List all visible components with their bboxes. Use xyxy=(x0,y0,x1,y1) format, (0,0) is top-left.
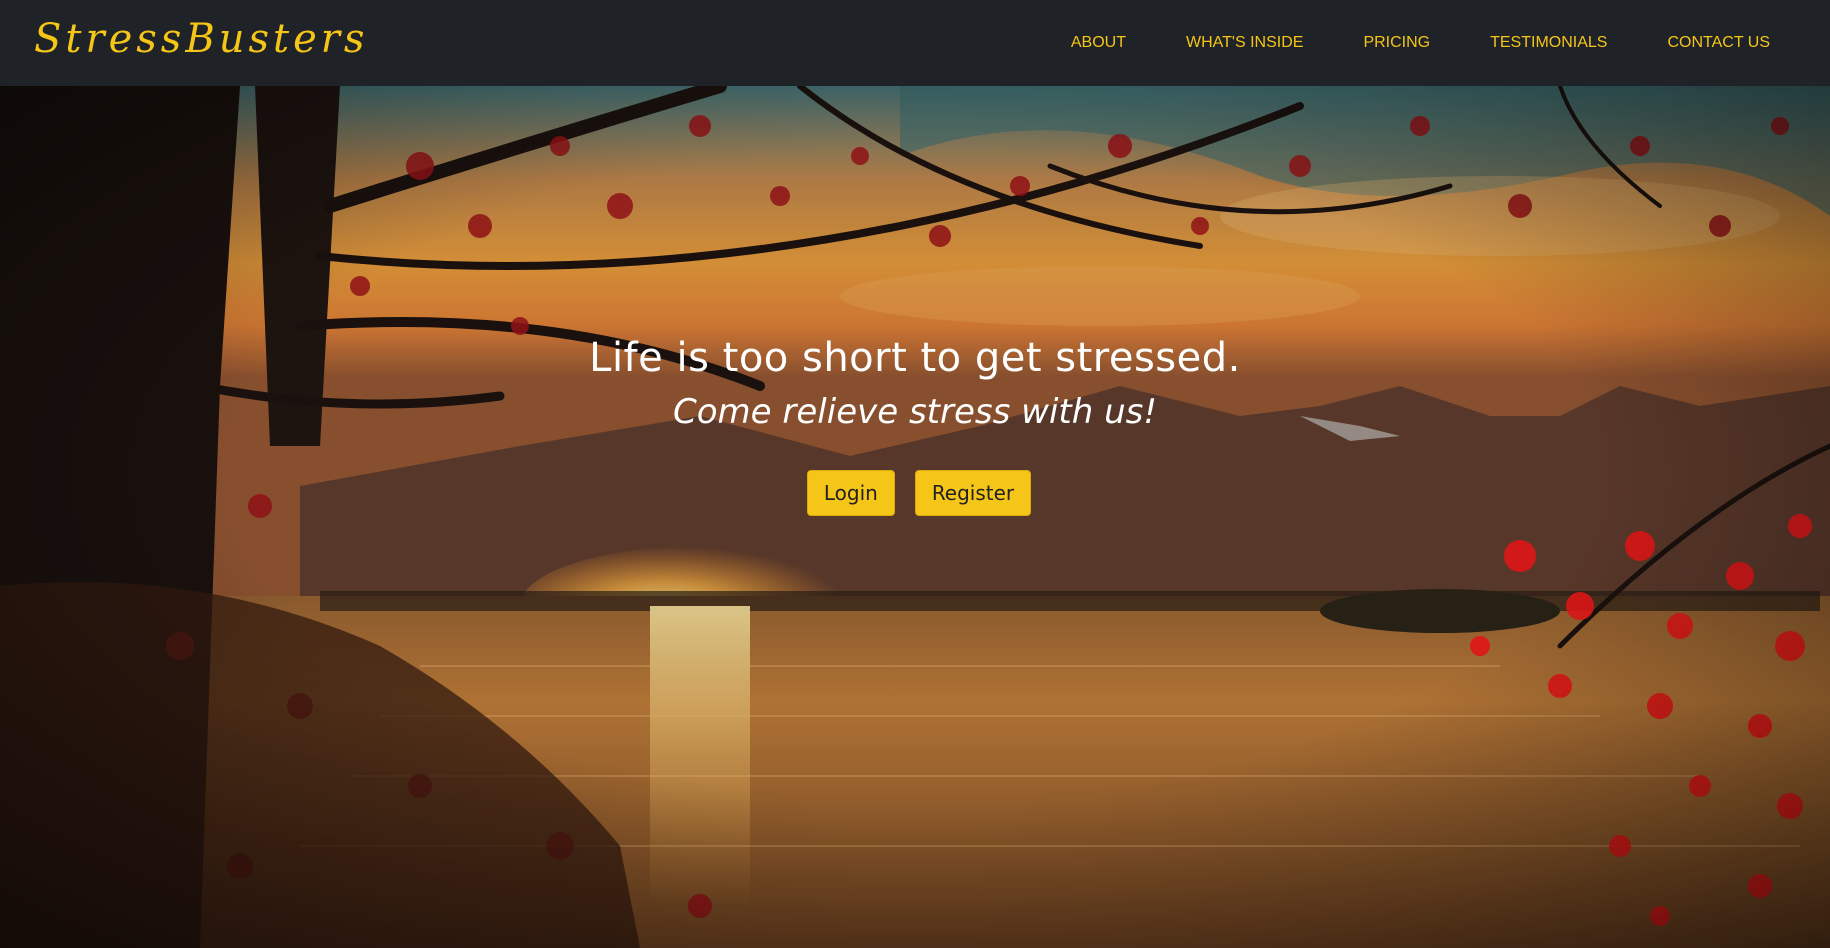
hero-buttons: Login Register xyxy=(0,470,1830,516)
register-button[interactable]: Register xyxy=(914,470,1032,516)
nav-link-testimonials[interactable]: TESTIMONIALS xyxy=(1490,34,1607,52)
brand-logo[interactable]: StressBusters xyxy=(34,16,368,62)
nav-link-whats-inside[interactable]: WHAT'S INSIDE xyxy=(1186,34,1303,52)
nav-link-about[interactable]: ABOUT xyxy=(1071,34,1126,52)
hero-section: Life is too short to get stressed. Come … xyxy=(0,86,1830,948)
login-button[interactable]: Login xyxy=(806,470,895,516)
nav-links: ABOUT WHAT'S INSIDE PRICING TESTIMONIALS… xyxy=(1071,0,1770,86)
nav-link-pricing[interactable]: PRICING xyxy=(1363,34,1430,52)
hero-subtitle: Come relieve stress with us! xyxy=(673,392,1157,432)
hero-content: Life is too short to get stressed. Come … xyxy=(0,332,1830,516)
top-navbar: StressBusters ABOUT WHAT'S INSIDE PRICIN… xyxy=(0,0,1830,86)
nav-link-contact-us[interactable]: CONTACT US xyxy=(1667,34,1770,52)
hero-background-image xyxy=(0,86,1830,948)
hero-title: Life is too short to get stressed. xyxy=(589,335,1241,381)
